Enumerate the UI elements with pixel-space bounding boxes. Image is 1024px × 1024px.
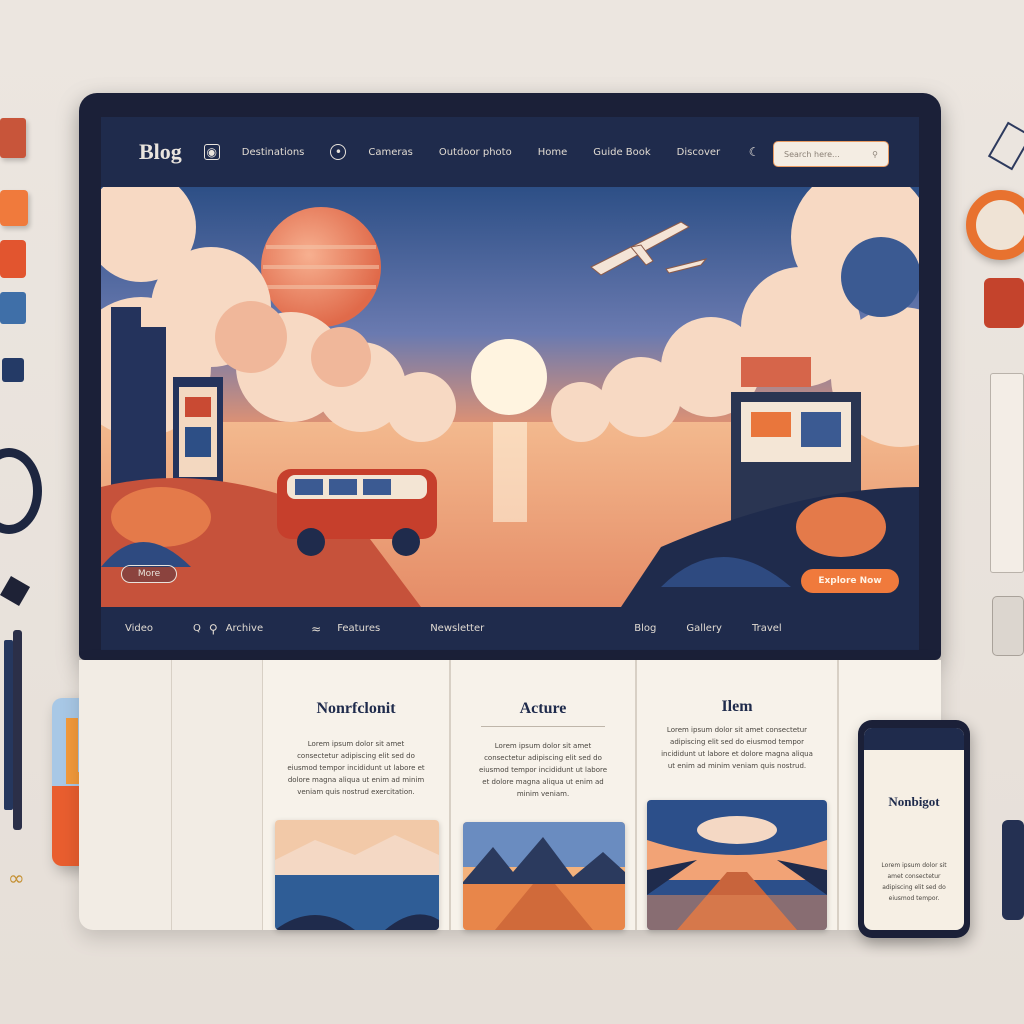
search-input[interactable]: Search here... ⚲ — [773, 141, 889, 167]
article-title[interactable]: Acture — [451, 700, 635, 718]
monitor: Blog ◉ Destinations • Cameras Outdoor ph… — [79, 93, 941, 660]
brand-logo[interactable]: Blog — [139, 139, 182, 165]
article-text: Lorem ipsum dolor sit amet consectetur a… — [661, 726, 813, 770]
pencil — [13, 630, 22, 830]
bottom-nav-features[interactable]: Features — [337, 623, 380, 634]
nav-link-home[interactable]: Home — [538, 147, 568, 158]
search-placeholder: Search here... — [784, 149, 840, 159]
desk-block — [2, 358, 24, 382]
bottom-nav-blog[interactable]: Blog — [634, 623, 656, 634]
instagram-icon[interactable]: ◉ — [203, 144, 220, 160]
article-title[interactable]: Nonrfclonit — [263, 700, 449, 718]
article-text: Lorem ipsum dolor sit amet consectetur a… — [287, 740, 425, 796]
compass-icon[interactable]: • — [330, 144, 347, 160]
phone-screen: Nonbigot Lorem ipsum dolor sit amet cons… — [864, 728, 964, 930]
phone-title[interactable]: Nonbigot — [864, 794, 964, 810]
search-icon[interactable]: ⚲ — [209, 622, 218, 636]
desk-block — [0, 240, 26, 278]
pen — [4, 640, 13, 810]
desert-road-image — [463, 822, 625, 930]
website-screen: Blog ◉ Destinations • Cameras Outdoor ph… — [101, 117, 919, 650]
moon-icon[interactable]: ☾ — [746, 144, 762, 160]
hero-more-button[interactable]: More — [121, 565, 177, 583]
padlock — [992, 596, 1024, 656]
hook-icon: ∞ — [8, 866, 25, 890]
article-card[interactable]: Nonrfclonit Lorem ipsum dolor sit amet c… — [262, 660, 450, 930]
article-panel: Nonrfclonit Lorem ipsum dolor sit amet c… — [79, 660, 941, 930]
bottom-nav-video[interactable]: Video — [125, 623, 153, 634]
desk-block — [0, 118, 26, 158]
phone-navbar — [864, 728, 964, 750]
top-navbar: Blog ◉ Destinations • Cameras Outdoor ph… — [101, 117, 919, 187]
desk-block — [0, 292, 26, 324]
nav-link-guide[interactable]: Guide Book — [593, 147, 650, 158]
phone-text: Lorem ipsum dolor sit amet consectetur a… — [881, 862, 947, 902]
bottom-nav-archive[interactable]: Archive — [226, 623, 263, 634]
nav-link-outdoor[interactable]: Outdoor photo — [439, 147, 512, 158]
notebook — [990, 373, 1024, 573]
tape-roll — [0, 448, 42, 534]
title-rule — [481, 726, 605, 727]
secondary-navbar: Video Q ⚲ Archive ≈ Features Newsletter … — [101, 607, 919, 650]
nav-link-discover[interactable]: Discover — [677, 147, 721, 158]
column-divider — [171, 660, 172, 930]
nav-link-cameras[interactable]: Cameras — [368, 147, 412, 158]
bottom-nav-newsletter[interactable]: Newsletter — [430, 623, 484, 634]
bottom-nav-q[interactable]: Q — [193, 623, 201, 634]
lake-image — [275, 820, 439, 930]
article-thumbnail[interactable] — [463, 822, 625, 930]
article-thumbnail[interactable] — [647, 800, 827, 930]
desk-block — [0, 190, 28, 226]
smartphone: Nonbigot Lorem ipsum dolor sit amet cons… — [858, 720, 970, 938]
nav-link-destinations[interactable]: Destinations — [242, 147, 305, 158]
hero-banner: More Explore Now — [101, 187, 919, 607]
wifi-icon[interactable]: ≈ — [311, 622, 321, 636]
article-title[interactable]: Ilem — [637, 698, 837, 716]
clock — [966, 190, 1024, 260]
article-card[interactable]: Acture Lorem ipsum dolor sit amet consec… — [450, 660, 636, 930]
second-phone — [1002, 820, 1024, 920]
bottom-nav-travel[interactable]: Travel — [752, 623, 782, 634]
camera — [984, 278, 1024, 328]
highway-sunset-image — [647, 800, 827, 930]
desk-ornament — [987, 121, 1024, 171]
search-icon[interactable]: ⚲ — [872, 150, 878, 159]
hero-illustration — [101, 187, 919, 607]
hero-explore-button[interactable]: Explore Now — [801, 569, 899, 593]
article-thumbnail[interactable] — [275, 820, 439, 930]
bottom-nav-gallery[interactable]: Gallery — [686, 623, 722, 634]
binder-clip — [0, 575, 31, 607]
article-text: Lorem ipsum dolor sit amet consectetur a… — [478, 742, 608, 798]
article-card[interactable]: Ilem Lorem ipsum dolor sit amet consecte… — [636, 660, 838, 930]
